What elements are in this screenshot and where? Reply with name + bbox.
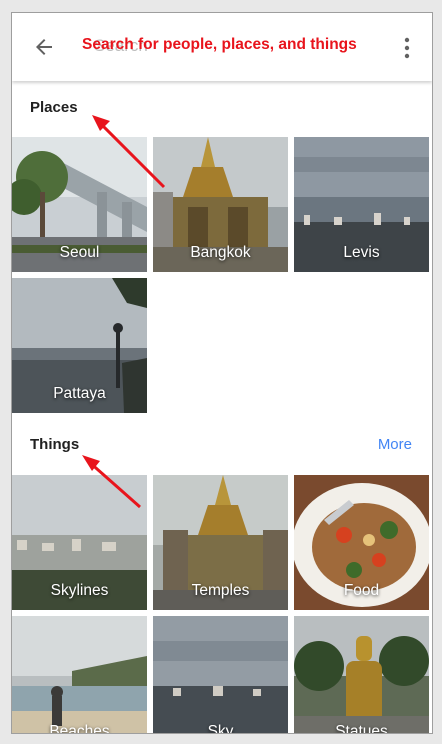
place-tile-pattaya[interactable]: Pattaya xyxy=(12,278,147,413)
place-label: Seoul xyxy=(59,244,100,261)
search-input[interactable] xyxy=(94,33,294,59)
things-more-link[interactable]: More xyxy=(378,436,412,453)
statues-photo xyxy=(294,616,429,733)
thing-label: Sky xyxy=(207,723,234,734)
thing-label: Skylines xyxy=(50,582,109,599)
app-screen: Search for people, places, and things Pl… xyxy=(11,12,433,734)
overflow-menu-icon[interactable] xyxy=(404,37,410,59)
things-section-title: Things xyxy=(30,436,80,453)
thing-label: Beaches xyxy=(49,723,110,734)
thing-tile-food[interactable]: Food xyxy=(294,475,429,610)
thing-label: Temples xyxy=(191,582,250,599)
thing-tile-statues[interactable]: Statues xyxy=(294,616,429,734)
search-app-bar: Search for people, places, and things xyxy=(12,13,432,81)
thing-label: Statues xyxy=(335,723,388,734)
place-tile-bangkok[interactable]: Bangkok xyxy=(153,137,288,272)
sky-photo xyxy=(153,616,288,733)
beaches-photo xyxy=(12,616,147,733)
thing-tile-skylines[interactable]: Skylines xyxy=(12,475,147,610)
place-label: Bangkok xyxy=(190,244,251,261)
back-arrow-icon[interactable] xyxy=(32,35,56,59)
places-section-title: Places xyxy=(30,99,78,116)
thing-tile-temples[interactable]: Temples xyxy=(153,475,288,610)
thing-label: Food xyxy=(343,582,380,599)
place-tile-seoul[interactable]: Seoul xyxy=(12,137,147,272)
place-label: Levis xyxy=(343,244,380,261)
thing-tile-beaches[interactable]: Beaches xyxy=(12,616,147,734)
place-tile-levis[interactable]: Levis xyxy=(294,137,429,272)
place-label: Pattaya xyxy=(53,385,106,402)
thing-tile-sky[interactable]: Sky xyxy=(153,616,288,734)
